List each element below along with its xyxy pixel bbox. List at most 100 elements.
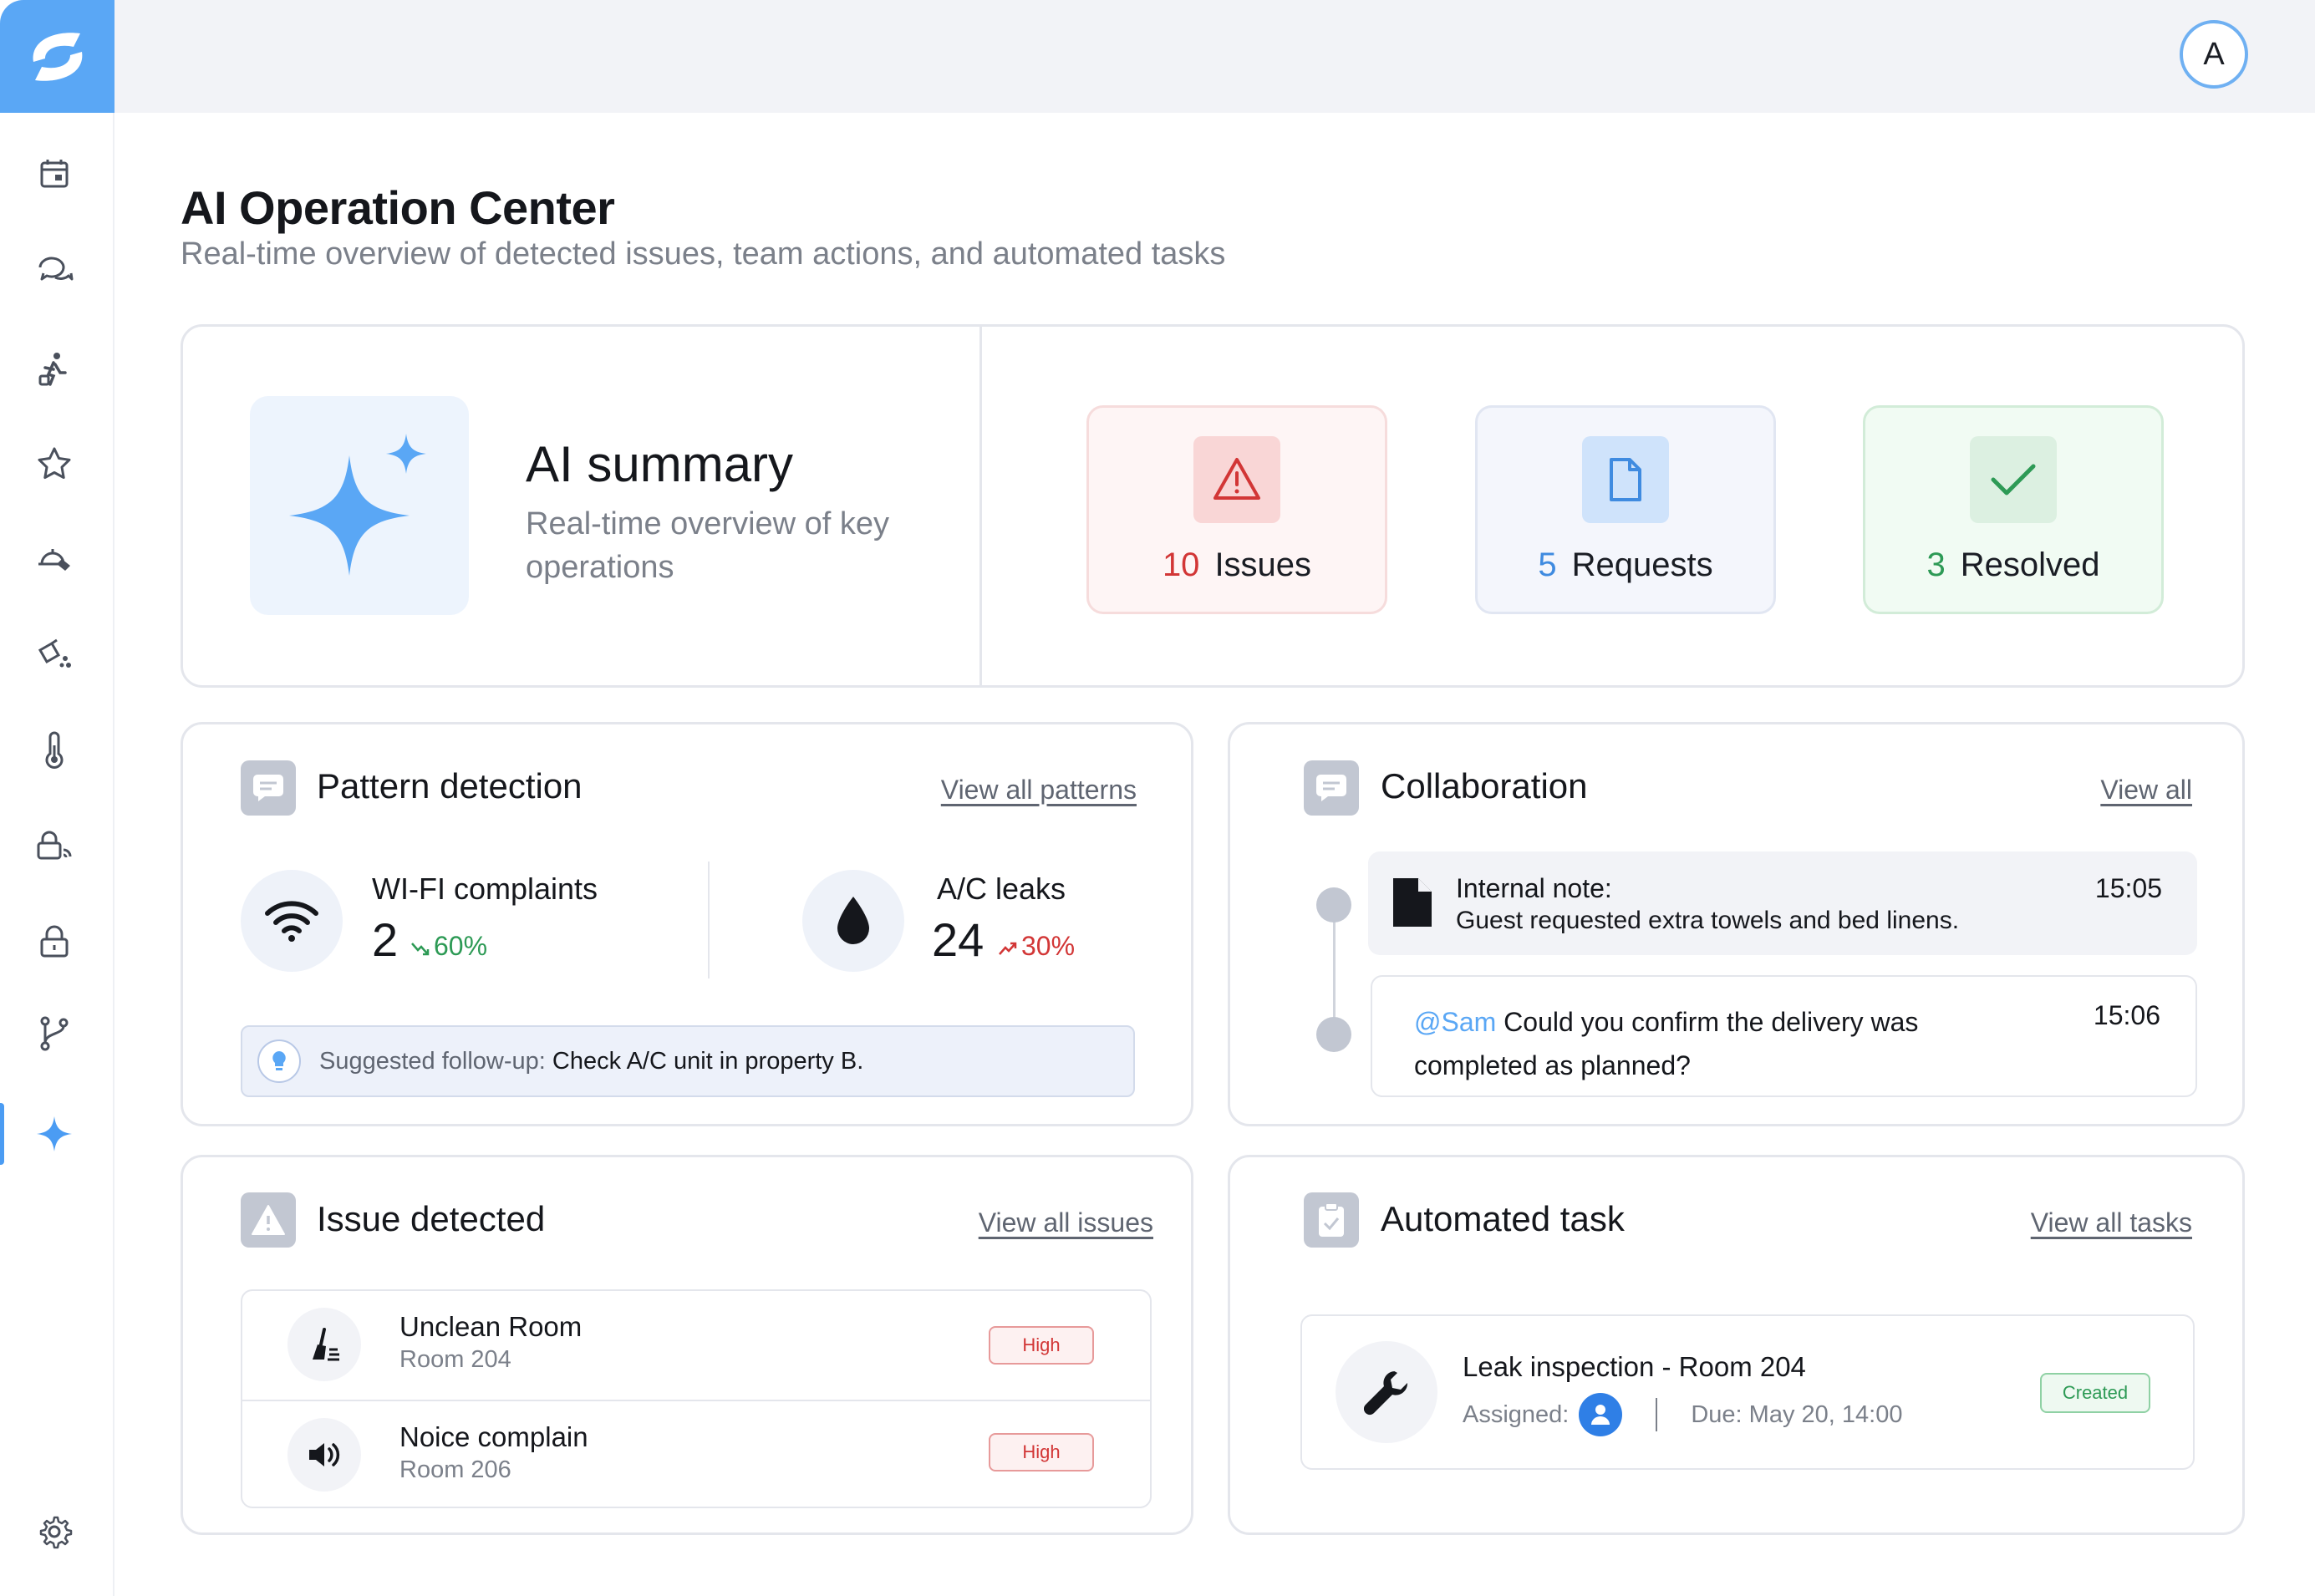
document-icon xyxy=(1393,878,1432,927)
pattern-title: Pattern detection xyxy=(317,766,583,806)
ac-metric-label: A/C leaks xyxy=(937,872,1066,906)
sidebar-item-ai[interactable] xyxy=(29,1109,79,1159)
user-icon xyxy=(1591,1405,1610,1425)
requests-label: Requests xyxy=(1571,546,1713,583)
wifi-metric-change: 60% xyxy=(434,931,488,961)
chat-icon xyxy=(38,257,74,281)
sidebar xyxy=(0,0,114,1596)
resolved-count: 3 xyxy=(1926,546,1946,583)
star-icon xyxy=(38,447,71,479)
assigned-label: Assigned: xyxy=(1463,1400,1570,1428)
followup-text: Check A/C unit in property B. xyxy=(552,1047,864,1075)
wifi-metric-value: 2 xyxy=(372,913,399,966)
cleaning-icon xyxy=(38,638,71,668)
ac-metric-value: 24 xyxy=(932,913,985,966)
issue-row[interactable]: Noice complain Room 206 High xyxy=(242,1400,1150,1508)
collaboration-card: Collaboration View all Internal note: Gu… xyxy=(1228,722,2245,1126)
clipboard-check-icon xyxy=(1304,1192,1359,1248)
message-time: 15:06 xyxy=(2093,1000,2160,1030)
resolved-label: Resolved xyxy=(1960,546,2100,583)
broom-icon xyxy=(287,1308,361,1381)
sidebar-item-housekeeping[interactable] xyxy=(29,629,79,679)
task-name: Leak inspection - Room 204 xyxy=(1463,1351,1806,1382)
issues-count: 10 xyxy=(1162,546,1200,583)
summary-title: AI summary xyxy=(526,436,794,492)
sidebar-item-calendar[interactable] xyxy=(29,149,79,199)
status-badge: Created xyxy=(2040,1373,2150,1413)
sidebar-item-messages[interactable] xyxy=(29,245,79,295)
collaboration-title: Collaboration xyxy=(1381,766,1588,806)
trend-up-icon xyxy=(999,942,1017,955)
internal-note[interactable]: Internal note: Guest requested extra tow… xyxy=(1368,851,2197,955)
gear-icon xyxy=(39,1516,73,1549)
priority-badge: High xyxy=(989,1326,1094,1365)
sparkle-icon xyxy=(37,1116,72,1151)
ai-summary-card: AI summary Real-time overview of key ope… xyxy=(181,324,2245,688)
issue-room: Room 206 xyxy=(399,1456,511,1483)
message-icon xyxy=(1304,760,1359,816)
user-avatar[interactable]: A xyxy=(2180,20,2248,89)
sidebar-item-climate[interactable] xyxy=(29,724,79,775)
wrench-icon xyxy=(1336,1341,1437,1443)
issue-detected-card: Issue detected View all issues Unclean R… xyxy=(181,1155,1193,1535)
note-body: Guest requested extra towels and bed lin… xyxy=(1456,907,1960,934)
thermometer-icon xyxy=(45,731,64,769)
sidebar-item-settings[interactable] xyxy=(29,1507,79,1557)
note-heading: Internal note: xyxy=(1456,873,1612,903)
room-service-icon xyxy=(38,549,70,571)
sidebar-item-security[interactable] xyxy=(29,917,79,967)
metric-divider xyxy=(708,862,710,978)
timeline-line xyxy=(1333,907,1336,1032)
ac-metric-change: 30% xyxy=(1021,931,1076,961)
view-all-issues-link[interactable]: View all issues xyxy=(979,1207,1153,1238)
view-all-patterns-link[interactable]: View all patterns xyxy=(941,775,1137,806)
sidebar-item-guests[interactable] xyxy=(29,343,79,394)
followup-prefix: Suggested follow-up: xyxy=(319,1047,552,1075)
speaker-icon xyxy=(287,1418,361,1492)
trend-down-icon xyxy=(411,943,430,956)
issue-room: Room 204 xyxy=(399,1346,511,1373)
divider xyxy=(979,327,982,686)
sidebar-item-reviews[interactable] xyxy=(29,439,79,489)
issues-stat[interactable]: 10 Issues xyxy=(1086,405,1387,614)
issue-title: Issue detected xyxy=(317,1199,546,1238)
automated-task-card: Automated task View all tasks Leak inspe… xyxy=(1228,1155,2245,1535)
top-bar: A xyxy=(114,0,2315,113)
assignee-avatar[interactable] xyxy=(1579,1393,1623,1436)
requests-count: 5 xyxy=(1538,546,1557,583)
page-title: AI Operation Center xyxy=(181,181,615,234)
page-subtitle: Real-time overview of detected issues, t… xyxy=(181,236,1226,272)
logo-icon xyxy=(33,32,82,81)
warning-icon xyxy=(1193,436,1280,523)
sidebar-item-access[interactable] xyxy=(29,821,79,871)
wifi-metric-label: WI-FI complaints xyxy=(372,872,598,906)
issue-list: Unclean Room Room 204 High Noice complai… xyxy=(241,1289,1152,1508)
requests-stat[interactable]: 5 Requests xyxy=(1475,405,1776,614)
view-all-collaboration-link[interactable]: View all xyxy=(2100,775,2192,806)
task-meta: Assigned: Due: May 20, 14:00 xyxy=(1463,1393,1902,1436)
sidebar-item-room-service[interactable] xyxy=(29,533,79,583)
suggested-followup: Suggested follow-up: Check A/C unit in p… xyxy=(241,1025,1135,1097)
wifi-lock-icon xyxy=(37,831,72,860)
mention-tag[interactable]: @Sam xyxy=(1414,1007,1496,1037)
meta-separator xyxy=(1656,1398,1658,1431)
sidebar-item-workflows[interactable] xyxy=(29,1009,79,1059)
message-icon xyxy=(241,760,296,816)
issues-label: Issues xyxy=(1214,546,1312,583)
timeline-dot xyxy=(1316,887,1351,923)
active-indicator xyxy=(0,1103,4,1165)
app-logo[interactable] xyxy=(0,0,114,113)
wifi-icon xyxy=(241,870,343,972)
pattern-detection-card: Pattern detection View all patterns WI-F… xyxy=(181,722,1193,1126)
lock-icon xyxy=(40,925,69,958)
view-all-tasks-link[interactable]: View all tasks xyxy=(2031,1207,2192,1238)
priority-badge: High xyxy=(989,1433,1094,1471)
lightbulb-icon xyxy=(257,1039,301,1083)
task-title: Automated task xyxy=(1381,1199,1625,1238)
mention-message[interactable]: @Sam Could you confirm the delivery was … xyxy=(1371,975,2197,1097)
document-icon xyxy=(1582,436,1669,523)
summary-subtitle: Real-time overview of key operations xyxy=(526,506,890,585)
issue-row[interactable]: Unclean Room Room 204 High xyxy=(242,1291,1150,1400)
resolved-stat[interactable]: 3 Resolved xyxy=(1863,405,2164,614)
task-item[interactable]: Leak inspection - Room 204 Assigned: Due… xyxy=(1300,1314,2195,1470)
